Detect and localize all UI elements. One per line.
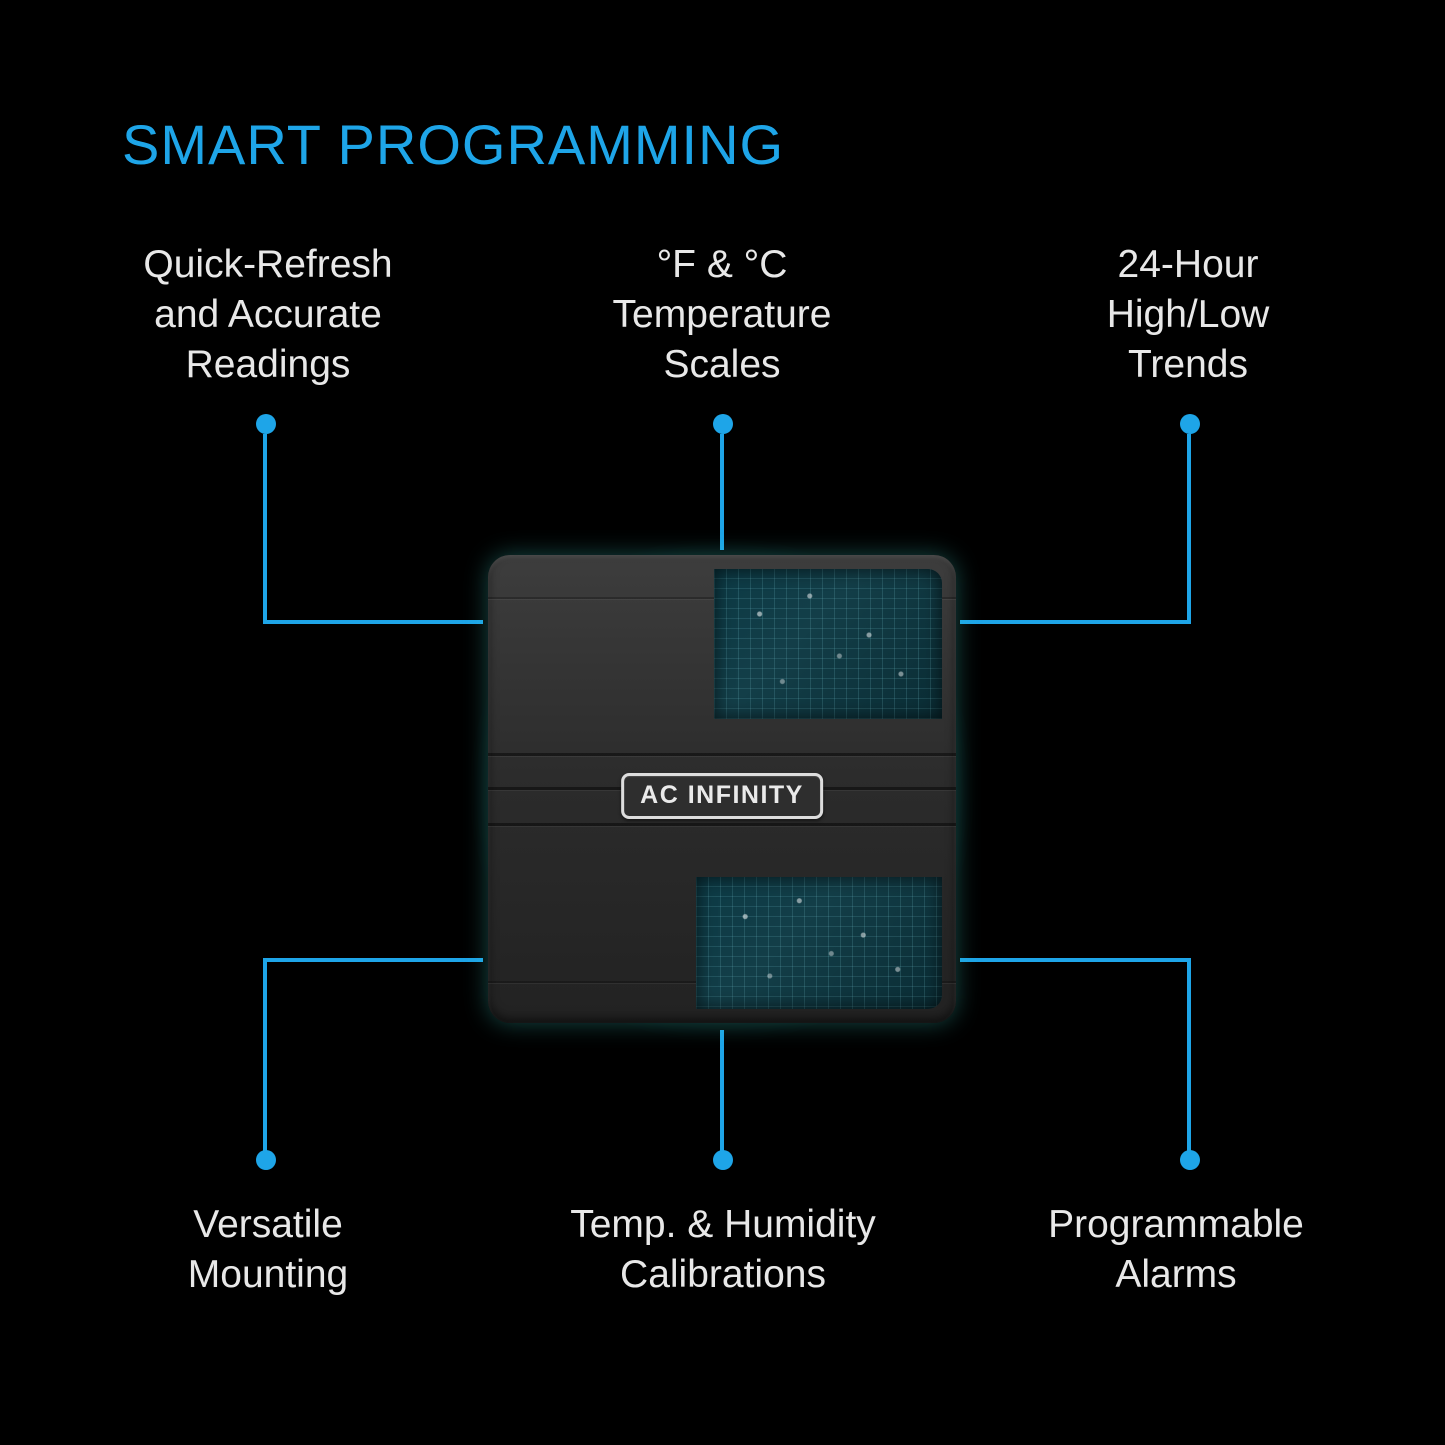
feature-versatile-mounting: VersatileMounting: [108, 1200, 428, 1300]
feature-calibrations: Temp. & HumidityCalibrations: [538, 1200, 908, 1300]
callout-connector: [263, 620, 483, 624]
callout-connector: [720, 1030, 724, 1154]
feature-programmable-alarms: ProgrammableAlarms: [1016, 1200, 1336, 1300]
callout-connector: [960, 620, 1191, 624]
callout-dot-icon: [1180, 414, 1200, 434]
callout-connector: [263, 434, 267, 624]
feature-quick-refresh: Quick-Refreshand AccurateReadings: [108, 240, 428, 390]
callout-dot-icon: [713, 414, 733, 434]
callout-connector: [1187, 434, 1191, 624]
callout-connector: [720, 434, 724, 550]
diagram-title: SMART PROGRAMMING: [122, 112, 784, 177]
device-ridge: [488, 823, 956, 826]
callout-dot-icon: [256, 414, 276, 434]
product-device: AC INFINITY: [488, 555, 956, 1023]
feature-temp-scales: °F & °CTemperatureScales: [562, 240, 882, 390]
feature-24h-trends: 24-HourHigh/LowTrends: [1028, 240, 1348, 390]
pcb-cutaway-icon: [696, 877, 942, 1009]
callout-connector: [263, 958, 483, 962]
brand-badge: AC INFINITY: [621, 773, 823, 819]
callout-connector: [1187, 958, 1191, 1154]
device-ridge: [488, 753, 956, 756]
callout-connector: [263, 958, 267, 1154]
pcb-cutaway-icon: [714, 569, 942, 719]
callout-connector: [960, 958, 1191, 962]
